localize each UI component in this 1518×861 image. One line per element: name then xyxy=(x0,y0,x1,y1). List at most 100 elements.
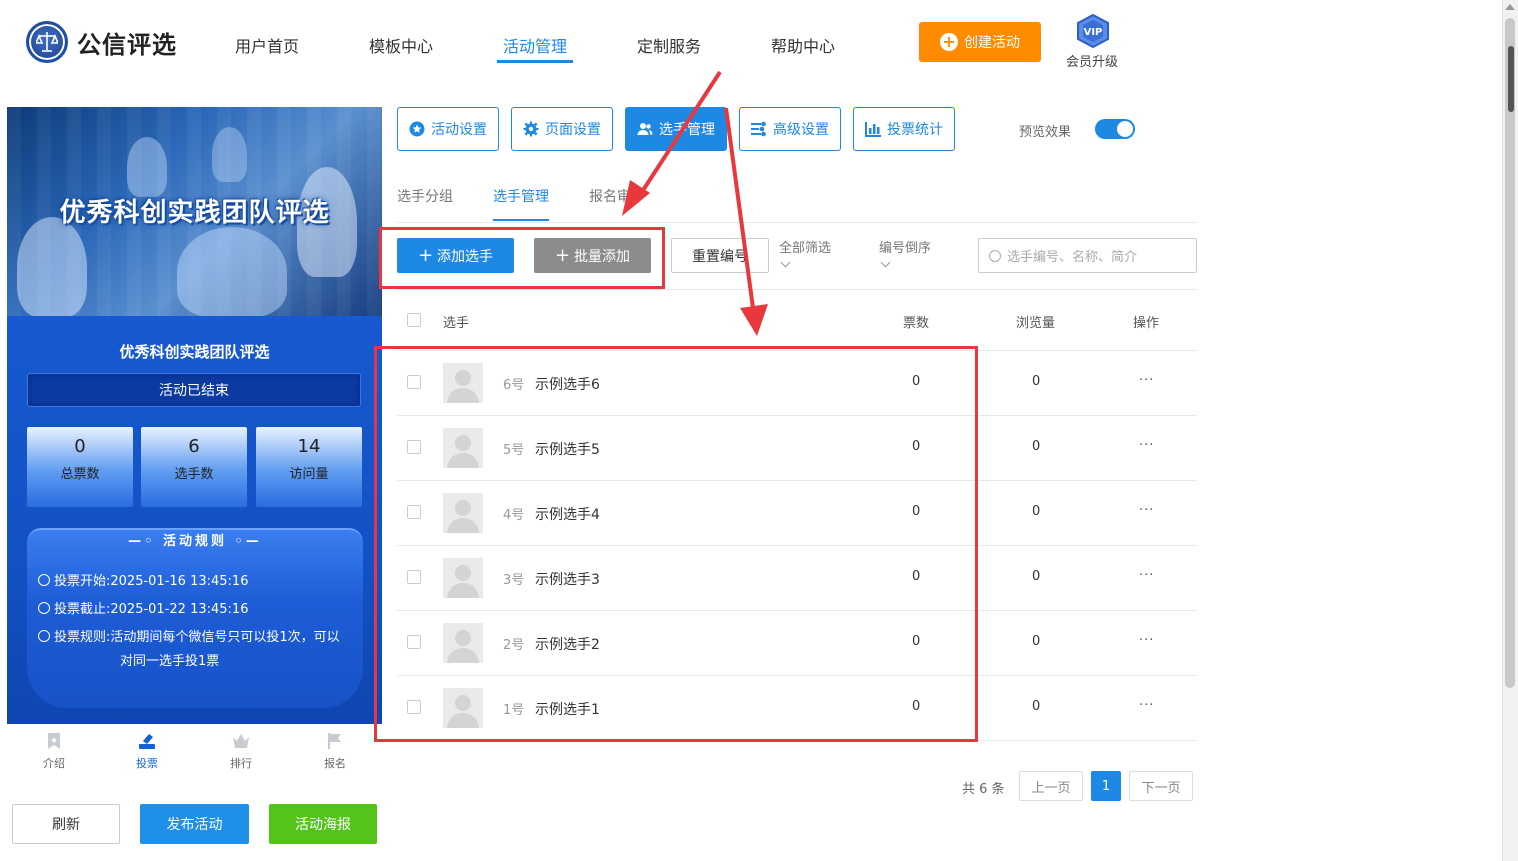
stat-value: 6 xyxy=(188,436,200,457)
subtab-active-underline xyxy=(493,219,549,221)
vip-upgrade-label[interactable]: 会员升级 xyxy=(1066,51,1118,70)
flag-icon xyxy=(328,733,341,749)
more-options-icon[interactable]: ··· xyxy=(1139,698,1154,713)
pagination-next-button[interactable]: 下一页 xyxy=(1129,771,1193,801)
stat-value: 0 xyxy=(74,436,86,457)
annotation-arrows xyxy=(622,70,768,336)
bottom-nav-label: 排行 xyxy=(230,757,252,770)
star-circle-icon xyxy=(409,121,425,137)
logo-icon xyxy=(26,21,68,63)
scrollbar-thumb[interactable] xyxy=(1505,18,1515,688)
bottom-nav-signup[interactable]: 报名 xyxy=(305,731,365,771)
more-options-icon[interactable]: ··· xyxy=(1139,373,1154,388)
preview-effect-label: 预览效果 xyxy=(1019,125,1072,140)
stat-label: 访问量 xyxy=(289,467,329,482)
nav-custom-service[interactable]: 定制服务 xyxy=(637,33,701,57)
chevron-down-icon xyxy=(880,257,891,268)
scrollbar-inner-thumb xyxy=(1508,46,1514,112)
refresh-button[interactable]: 刷新 xyxy=(12,804,120,844)
nav-activity-management[interactable]: 活动管理 xyxy=(503,33,567,57)
scroll-up-arrow-icon[interactable] xyxy=(1505,4,1515,10)
bookmark-icon xyxy=(48,733,60,749)
tab-label: 页面设置 xyxy=(545,122,601,138)
bottom-nav-vote[interactable]: 投票 xyxy=(117,731,177,771)
stat-label: 总票数 xyxy=(60,467,100,482)
player-views: 0 xyxy=(1032,438,1041,454)
nav-help-center[interactable]: 帮助中心 xyxy=(771,33,835,57)
rules-box xyxy=(27,528,363,708)
tab-label: 投票统计 xyxy=(887,122,943,138)
activity-status: 活动已结束 xyxy=(27,373,361,407)
publish-activity-button[interactable]: 发布活动 xyxy=(140,804,249,844)
player-views: 0 xyxy=(1032,503,1041,519)
preview-effect-toggle[interactable] xyxy=(1095,119,1135,139)
bottom-nav-label: 投票 xyxy=(136,757,158,770)
tab-vote-statistics[interactable]: 投票统计 xyxy=(853,107,955,151)
rule-value: 2025-01-16 13:45:16 xyxy=(110,574,249,589)
crown-icon xyxy=(233,734,249,748)
tab-label: 活动设置 xyxy=(431,122,487,138)
stat-label: 选手数 xyxy=(174,467,214,482)
vip-badge-icon[interactable]: VIP xyxy=(1074,13,1112,49)
clock-icon xyxy=(38,574,50,586)
pagination-total: 共 6 条 xyxy=(962,782,1005,797)
bottom-nav-intro[interactable]: 介绍 xyxy=(24,731,84,771)
arrow-to-add-buttons xyxy=(622,70,722,216)
sort-number-label: 编号倒序 xyxy=(879,241,932,256)
rule-vote-end: 投票截止:2025-01-22 13:45:16 xyxy=(38,598,248,617)
col-header-operations: 操作 xyxy=(1133,316,1160,331)
gear-icon xyxy=(523,121,539,137)
sort-number-dropdown[interactable]: 编号倒序 xyxy=(879,240,932,268)
create-activity-button[interactable]: + 创建活动 xyxy=(919,22,1041,62)
plus-circle-icon: + xyxy=(940,33,958,51)
rule-value: 活动期间每个微信号只可以投1次，可以 xyxy=(110,630,340,645)
create-activity-label: 创建活动 xyxy=(964,35,1020,51)
activity-poster-button[interactable]: 活动海报 xyxy=(269,804,377,844)
nav-template-center[interactable]: 模板中心 xyxy=(369,33,433,57)
rule-value: 2025-01-22 13:45:16 xyxy=(110,602,249,617)
nav-user-home[interactable]: 用户首页 xyxy=(235,33,299,57)
more-options-icon[interactable]: ··· xyxy=(1139,633,1154,648)
arrow-to-player-list xyxy=(724,107,768,336)
col-header-views: 浏览量 xyxy=(1016,316,1056,331)
stat-visits: 14 访问量 xyxy=(256,427,362,507)
vote-icon xyxy=(139,734,155,749)
rules-title: 活动规则 xyxy=(162,534,227,549)
player-views: 0 xyxy=(1032,633,1041,649)
rule-vote-start: 投票开始:2025-01-16 13:45:16 xyxy=(38,570,248,589)
logo-text[interactable]: 公信评选 xyxy=(77,25,177,60)
rule-vote-policy-line2: 对同一选手投1票 xyxy=(120,654,220,669)
rule-label: 投票截止: xyxy=(54,602,111,617)
search-icon xyxy=(989,249,1001,262)
tab-page-settings[interactable]: 页面设置 xyxy=(511,107,613,151)
rule-vote-policy: 投票规则:活动期间每个微信号只可以投1次，可以 xyxy=(38,626,340,645)
col-header-votes: 票数 xyxy=(903,316,930,331)
bottom-nav-label: 报名 xyxy=(324,757,346,770)
player-search-input[interactable]: 选手编号、名称、简介 xyxy=(978,238,1197,273)
more-options-icon[interactable]: ··· xyxy=(1139,438,1154,453)
stat-total-votes: 0 总票数 xyxy=(27,427,133,507)
more-options-icon[interactable]: ··· xyxy=(1139,568,1154,583)
banner-title: 优秀科创实践团队评选 xyxy=(59,198,330,228)
rules-heading: —◦ 活动规则 ◦— xyxy=(128,534,262,549)
activity-title: 优秀科创实践团队评选 xyxy=(119,343,270,361)
more-options-icon[interactable]: ··· xyxy=(1139,503,1154,518)
subtab-player-groups[interactable]: 选手分组 xyxy=(397,186,453,206)
stat-player-count: 6 选手数 xyxy=(141,427,247,507)
clock-icon xyxy=(38,602,50,614)
info-icon xyxy=(38,630,50,642)
subtab-player-management[interactable]: 选手管理 xyxy=(493,186,549,206)
search-placeholder: 选手编号、名称、简介 xyxy=(1007,250,1138,265)
vip-badge-text: VIP xyxy=(1084,27,1103,38)
tab-activity-settings[interactable]: 活动设置 xyxy=(397,107,499,151)
pagination-prev-button[interactable]: 上一页 xyxy=(1019,771,1083,801)
player-views: 0 xyxy=(1032,698,1041,714)
player-views: 0 xyxy=(1032,373,1041,389)
nav-active-underline xyxy=(497,60,573,63)
annotation-box-player-list xyxy=(374,346,978,742)
pagination-current-page[interactable]: 1 xyxy=(1091,771,1121,801)
bar-chart-icon xyxy=(865,122,881,137)
select-all-checkbox[interactable] xyxy=(407,313,421,327)
bottom-nav-rank[interactable]: 排行 xyxy=(211,731,271,771)
rule-label: 投票开始: xyxy=(54,574,111,589)
